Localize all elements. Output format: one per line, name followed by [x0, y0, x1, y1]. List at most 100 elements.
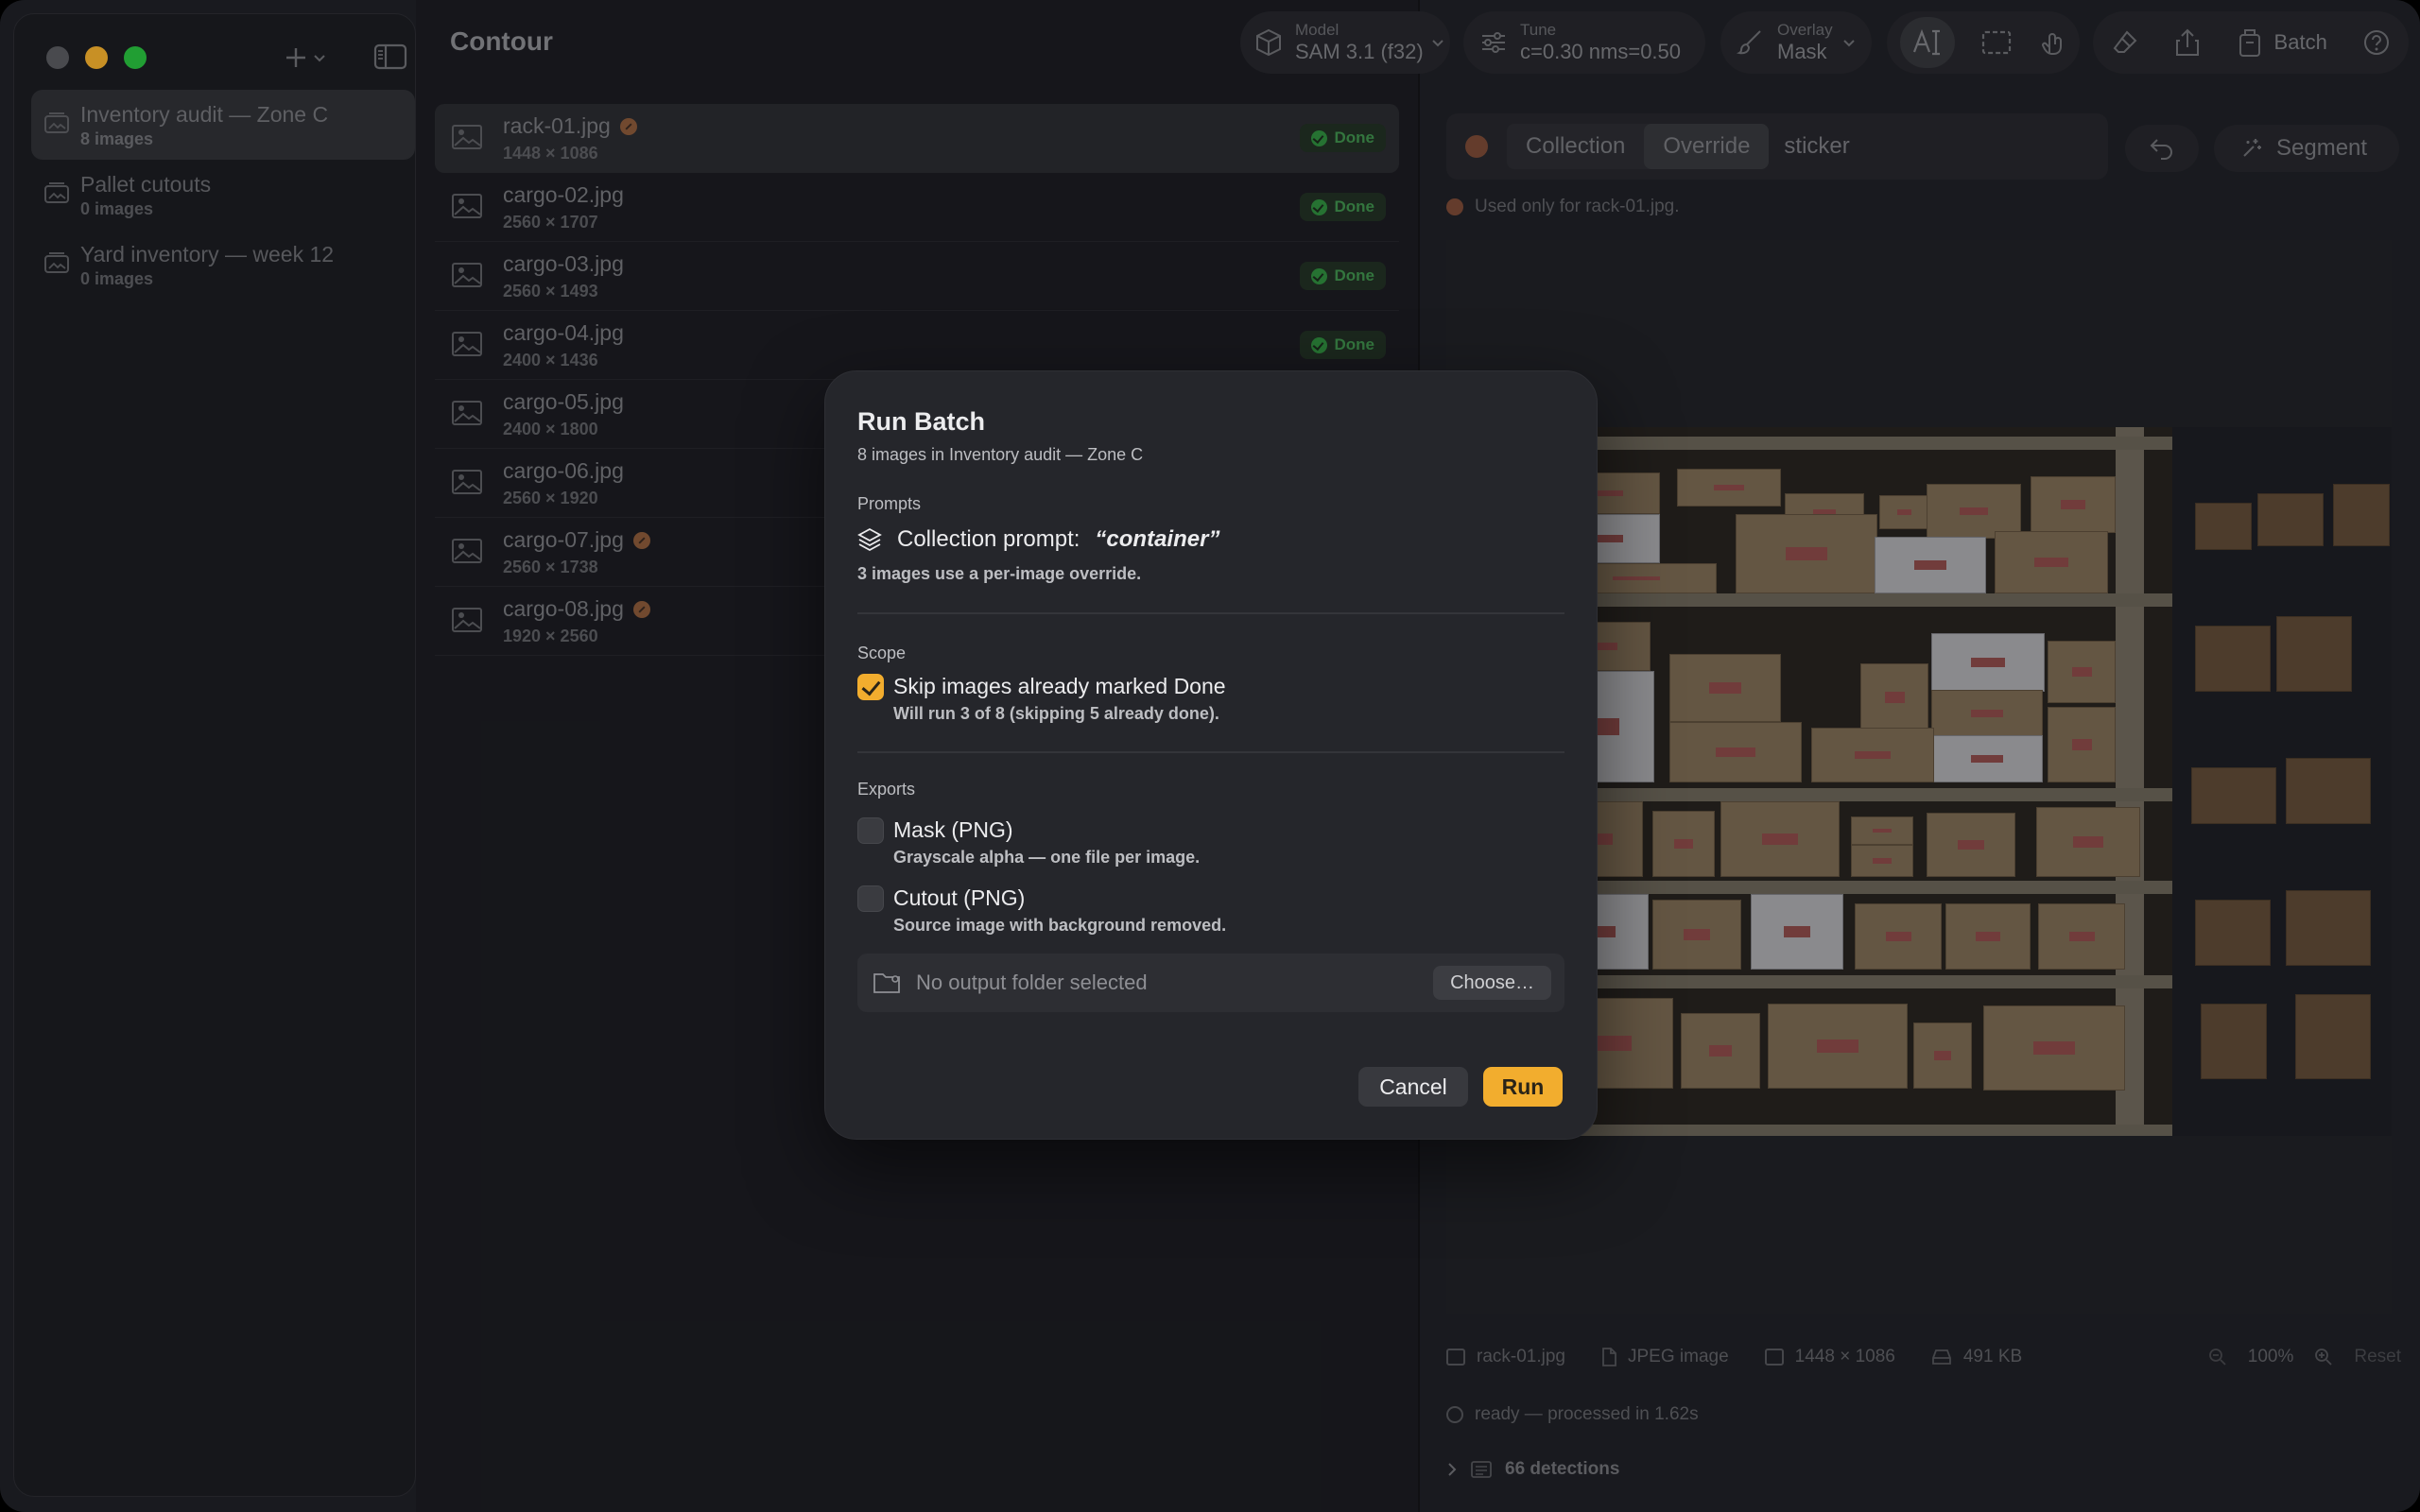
minimize-window-button[interactable] [85, 46, 108, 69]
image-dimensions: 1448 × 1086 [503, 144, 598, 163]
add-collection-button[interactable] [283, 41, 336, 75]
collection-name: Yard inventory — week 12 [80, 242, 335, 266]
image-name-row: cargo-04.jpg [503, 320, 624, 346]
cardboard-box [2038, 903, 2125, 970]
info-filename: rack-01.jpg [1477, 1347, 1565, 1366]
zoom-reset-button[interactable]: Reset [2354, 1347, 2401, 1367]
collection-prompt-prefix: Collection prompt: [897, 526, 1080, 552]
image-row[interactable]: cargo-02.jpg 2560 × 1707 Done [435, 173, 1399, 242]
zoom-out-icon[interactable] [2208, 1348, 2227, 1366]
image-filename: cargo-08.jpg [503, 596, 624, 621]
overlay-value: Mask [1777, 40, 1827, 63]
scope-heading: Scope [857, 644, 907, 662]
mode-collection[interactable]: Collection [1507, 124, 1644, 169]
maximize-window-button[interactable] [124, 46, 147, 69]
skip-done-checkbox[interactable] [857, 674, 884, 700]
collection-count: 0 images [80, 269, 154, 288]
zoom-in-icon[interactable] [2314, 1348, 2333, 1366]
export-mask-label[interactable]: Mask (PNG) [893, 817, 1013, 843]
tune-button[interactable]: Tune c=0.30 nms=0.50 [1463, 11, 1705, 74]
segment-button[interactable]: Segment [2214, 125, 2399, 172]
list-icon [1471, 1461, 1492, 1478]
action-group: Batch [2093, 11, 2409, 74]
export-cutout-label[interactable]: Cutout (PNG) [893, 885, 1025, 911]
image-row[interactable]: rack-01.jpg 1448 × 1086 Done [435, 104, 1399, 173]
info-dims: 1448 × 1086 [1794, 1347, 1895, 1366]
detections-count: 66 detections [1505, 1459, 1620, 1479]
prompt-input[interactable]: sticker [1784, 133, 1849, 160]
image-filename: cargo-05.jpg [503, 389, 624, 414]
cancel-button[interactable]: Cancel [1358, 1067, 1468, 1107]
prompts-heading: Prompts [857, 494, 922, 513]
collection-item[interactable]: Pallet cutouts 0 images [31, 160, 415, 230]
sidebar-toggle-button[interactable] [373, 43, 407, 71]
status-line: ready — processed in 1.62s [1446, 1404, 1699, 1425]
rack-shelf [1511, 593, 2172, 607]
export-mask-checkbox[interactable] [857, 817, 884, 844]
image-filename: cargo-06.jpg [503, 458, 624, 483]
batch-label: Batch [2273, 30, 2327, 54]
point-tool-icon[interactable] [2038, 27, 2066, 58]
exports-heading: Exports [857, 780, 916, 799]
cardboard-box [1811, 728, 1934, 782]
section-divider [857, 612, 1564, 614]
batch-button[interactable]: Batch [2237, 27, 2327, 58]
cardboard-box [1945, 903, 2031, 970]
overlay-label: Overlay [1777, 21, 1833, 39]
cardboard-box [2048, 707, 2116, 782]
help-icon[interactable] [2362, 28, 2391, 57]
eraser-icon[interactable] [2111, 28, 2139, 57]
rack-shelf [1511, 1125, 2172, 1136]
chevron-down-icon [1842, 40, 1855, 47]
override-badge-icon [632, 600, 650, 618]
cardboard-box [1855, 903, 1942, 970]
cardboard-box [1677, 469, 1781, 507]
cardboard-box [1652, 900, 1741, 970]
run-button[interactable]: Run [1483, 1067, 1563, 1107]
image-dimensions: 2560 × 1707 [503, 213, 598, 232]
collection-item[interactable]: Inventory audit — Zone C 8 images [31, 90, 415, 160]
collection-prompt-row: Collection prompt: “container” [857, 526, 1219, 553]
rack-shelf [1511, 437, 2172, 450]
chevron-down-icon [1432, 40, 1443, 47]
box-select-icon[interactable] [1980, 28, 2013, 57]
dialog-subtitle: 8 images in Inventory audit — Zone C [857, 445, 1144, 464]
background-box [2286, 890, 2371, 966]
background-box [2195, 626, 2271, 692]
share-icon[interactable] [2174, 27, 2201, 58]
choose-folder-button[interactable]: Choose… [1433, 966, 1551, 1000]
clear-override-icon[interactable] [1465, 135, 1488, 158]
overlay-picker[interactable]: Overlay Mask [1720, 11, 1872, 74]
image-filename: rack-01.jpg [503, 113, 611, 138]
image-name-row: cargo-08.jpg [503, 596, 650, 622]
text-prompt-tool[interactable] [1899, 17, 1955, 68]
detections-disclosure[interactable]: 66 detections [1446, 1459, 1619, 1480]
image-name-row: cargo-03.jpg [503, 251, 624, 277]
undo-button[interactable] [2125, 125, 2199, 172]
collection-name: Inventory audit — Zone C [80, 102, 329, 127]
cardboard-box [1652, 811, 1715, 877]
mode-override[interactable]: Override [1644, 124, 1770, 169]
cardboard-box [2048, 641, 2116, 703]
chevron-right-icon [1448, 1463, 1457, 1476]
image-name-row: rack-01.jpg [503, 113, 637, 139]
status-badge: Done [1299, 124, 1386, 152]
image-icon [1446, 1349, 1465, 1366]
image-row[interactable]: cargo-03.jpg 2560 × 1493 Done [435, 242, 1399, 311]
cardboard-box [1875, 537, 1986, 593]
cardboard-box [1931, 690, 2043, 737]
export-cutout-checkbox[interactable] [857, 885, 884, 912]
close-window-button[interactable] [46, 46, 69, 69]
rack-image [1511, 427, 2172, 1136]
skip-done-label[interactable]: Skip images already marked Done [893, 674, 1226, 699]
rack-shelf [1511, 881, 2172, 894]
collection-item[interactable]: Yard inventory — week 12 0 images [31, 230, 415, 300]
image-dimensions: 2560 × 1738 [503, 558, 598, 576]
model-picker[interactable]: Model SAM 3.1 (f32) [1240, 11, 1450, 74]
cardboard-box [2031, 476, 2116, 533]
run-batch-dialog: Run Batch 8 images in Inventory audit — … [824, 370, 1598, 1140]
image-name-row: cargo-06.jpg [503, 458, 624, 484]
prompt-bar: Collection Override sticker [1446, 113, 2108, 180]
background-box [2195, 900, 2271, 966]
image-dimensions: 2400 × 1800 [503, 420, 598, 438]
